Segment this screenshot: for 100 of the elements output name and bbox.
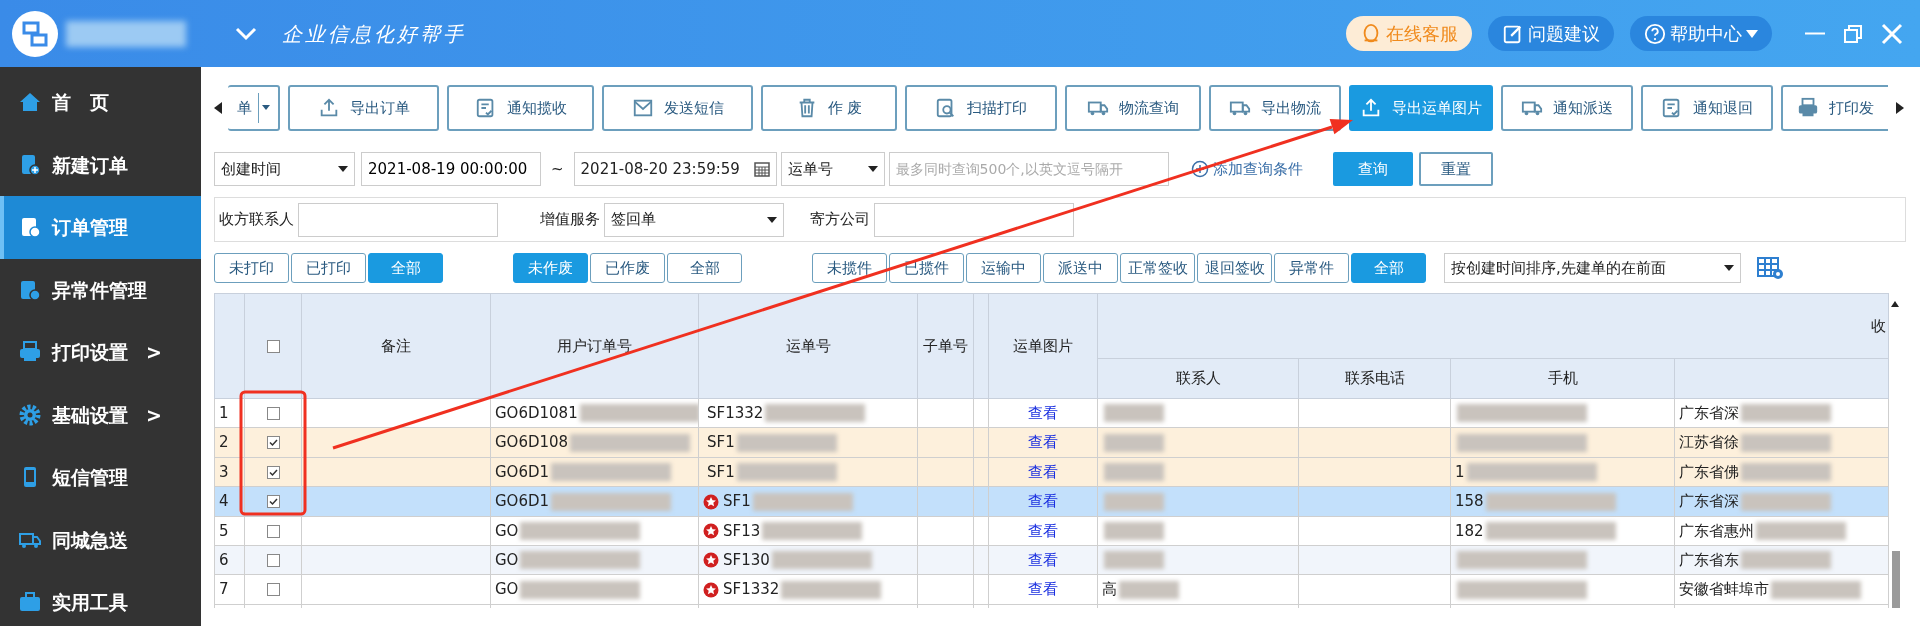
date-type-select[interactable]: 创建时间 — [214, 152, 355, 186]
table-cell: 高 — [1102, 580, 1117, 599]
gear-icon — [18, 402, 42, 427]
column-header: 收 — [1871, 316, 1886, 335]
table-cell: GO6D1 — [495, 492, 550, 511]
redaction-blur — [1119, 580, 1179, 599]
row-number: 5 — [219, 521, 229, 540]
status-filter-button[interactable]: 异常件 — [1274, 253, 1349, 283]
view-link[interactable]: 查看 — [1028, 403, 1058, 422]
column-header: 备注 — [301, 293, 491, 399]
table-cell: GO6D1 — [495, 462, 550, 481]
field-label: 收方联系人 — [218, 209, 295, 231]
chevron-down-icon — [234, 25, 258, 42]
view-link[interactable]: 查看 — [1028, 580, 1058, 599]
status-filter-button[interactable]: 已作废 — [590, 253, 665, 283]
toolbar-button[interactable]: 通知派送 — [1501, 85, 1633, 131]
view-link[interactable]: 查看 — [1028, 492, 1058, 511]
toolbar-button[interactable]: 通知揽收 — [447, 85, 594, 131]
row-checkbox[interactable] — [266, 583, 280, 597]
redaction-blur — [1104, 522, 1164, 540]
toolbar-button[interactable]: 导出物流 — [1209, 85, 1341, 131]
row-number: 3 — [219, 462, 229, 481]
table-cell: 广东省深 — [1679, 403, 1739, 422]
sidebar-item[interactable]: 实用工具 — [0, 571, 201, 626]
row-number: 2 — [219, 433, 229, 452]
table-cell: 安徽省蚌埠市 — [1679, 580, 1769, 599]
status-filter-button[interactable]: 已揽件 — [889, 253, 964, 283]
row-checkbox[interactable] — [266, 553, 280, 567]
column-header: 联系电话 — [1298, 358, 1451, 399]
table-cell: SF130 — [723, 550, 770, 569]
status-filter-button[interactable]: 未揽件 — [812, 253, 887, 283]
status-filter-button[interactable]: 派送中 — [1043, 253, 1118, 283]
printer-icon — [1797, 97, 1819, 119]
table-cell: SF1 — [723, 492, 751, 511]
search-field[interactable]: 最多同时查询500个,以英文逗号隔开 — [888, 152, 1169, 186]
question-icon — [1644, 22, 1666, 45]
sidebar-item[interactable]: 订单管理 — [0, 196, 201, 259]
view-link[interactable]: 查看 — [1028, 433, 1058, 452]
calendar-icon — [753, 161, 770, 177]
redaction-blur — [1104, 551, 1164, 570]
row-checkbox[interactable] — [266, 524, 280, 538]
split-button[interactable]: 单 — [228, 85, 280, 131]
range-separator: ~ — [550, 158, 565, 180]
sidebar-item[interactable]: 首 页 — [0, 71, 201, 134]
view-link[interactable]: 查看 — [1028, 521, 1058, 540]
toolbar-button[interactable]: 扫描打印 — [905, 85, 1057, 131]
view-link[interactable]: 查看 — [1028, 550, 1058, 569]
add-condition-link[interactable]: 添加查询条件 — [1190, 157, 1303, 181]
sidebar-item[interactable]: 基础设置 > — [0, 383, 201, 446]
table-cell: SF1 — [707, 462, 735, 481]
toolbar-button[interactable]: 物流查询 — [1065, 85, 1201, 131]
toolbar-button[interactable]: 发送短信 — [602, 85, 753, 131]
row-number: 7 — [219, 580, 229, 599]
start-date-field[interactable]: 2021-08-19 00:00:00 — [361, 152, 541, 186]
select-all-checkbox[interactable] — [266, 339, 280, 353]
row-number: 1 — [219, 403, 229, 422]
number-type-select[interactable]: 运单号 — [780, 152, 885, 186]
status-filter-button[interactable]: 退回签收 — [1197, 253, 1272, 283]
view-link[interactable]: 查看 — [1028, 462, 1058, 481]
table-cell: SF1332 — [707, 403, 764, 422]
status-filter-button[interactable]: 全部 — [667, 253, 742, 283]
envelope-icon — [631, 97, 654, 119]
sidebar-item[interactable]: 新建订单 — [0, 133, 201, 196]
caret-icon — [767, 216, 777, 223]
header-button[interactable]: 问题建议 — [1488, 16, 1614, 51]
table-cell: 158 — [1455, 492, 1484, 511]
end-date-field[interactable]: 2021-08-20 23:59:59 — [573, 152, 777, 186]
sidebar-item[interactable]: 同城急送 — [0, 508, 201, 571]
status-filter-button[interactable]: 未打印 — [214, 253, 289, 283]
receiver-field[interactable] — [298, 202, 498, 237]
sidebar-item[interactable]: 异常件管理 — [0, 258, 201, 321]
sidebar-item[interactable]: 短信管理 — [0, 446, 201, 509]
sender-company-field[interactable] — [874, 202, 1074, 237]
sidebar-item[interactable]: 打印设置 > — [0, 321, 201, 384]
scroll-right-icon — [1896, 102, 1904, 114]
reset-button[interactable]: 重置 — [1418, 152, 1493, 186]
toolbar-button[interactable]: 作 废 — [761, 85, 897, 131]
logo-icon — [12, 10, 58, 57]
toolbar-button[interactable]: 导出订单 — [288, 85, 439, 131]
service-select[interactable]: 签回单 — [604, 202, 784, 237]
status-filter-button[interactable]: 正常签收 — [1120, 253, 1195, 283]
table-cell: 江苏省徐 — [1679, 433, 1739, 452]
toolbar-button[interactable]: 通知退回 — [1641, 85, 1773, 131]
row-checkbox[interactable] — [266, 406, 280, 420]
sort-select[interactable]: 按创建时间排序,先建单的在前面 — [1444, 253, 1741, 283]
table-cell: 广东省深 — [1679, 492, 1739, 511]
toolbar-button[interactable]: 打印发 — [1781, 85, 1888, 131]
plus-circle-icon — [1190, 160, 1209, 178]
table-cell: 广东省东 — [1679, 550, 1739, 569]
field-label: 增值服务 — [540, 209, 600, 231]
restore-icon — [1842, 22, 1864, 45]
status-filter-button[interactable]: 已打印 — [291, 253, 366, 283]
row-checkbox[interactable] — [266, 495, 280, 509]
status-filter-button[interactable]: 运输中 — [966, 253, 1041, 283]
caret-icon — [1746, 28, 1758, 39]
row-checkbox[interactable] — [266, 436, 280, 450]
table-cell: GO — [495, 521, 519, 540]
header-button[interactable]: 帮助中心 — [1630, 16, 1772, 51]
table-cell: 广东省佛 — [1679, 462, 1739, 481]
row-checkbox[interactable] — [266, 465, 280, 479]
